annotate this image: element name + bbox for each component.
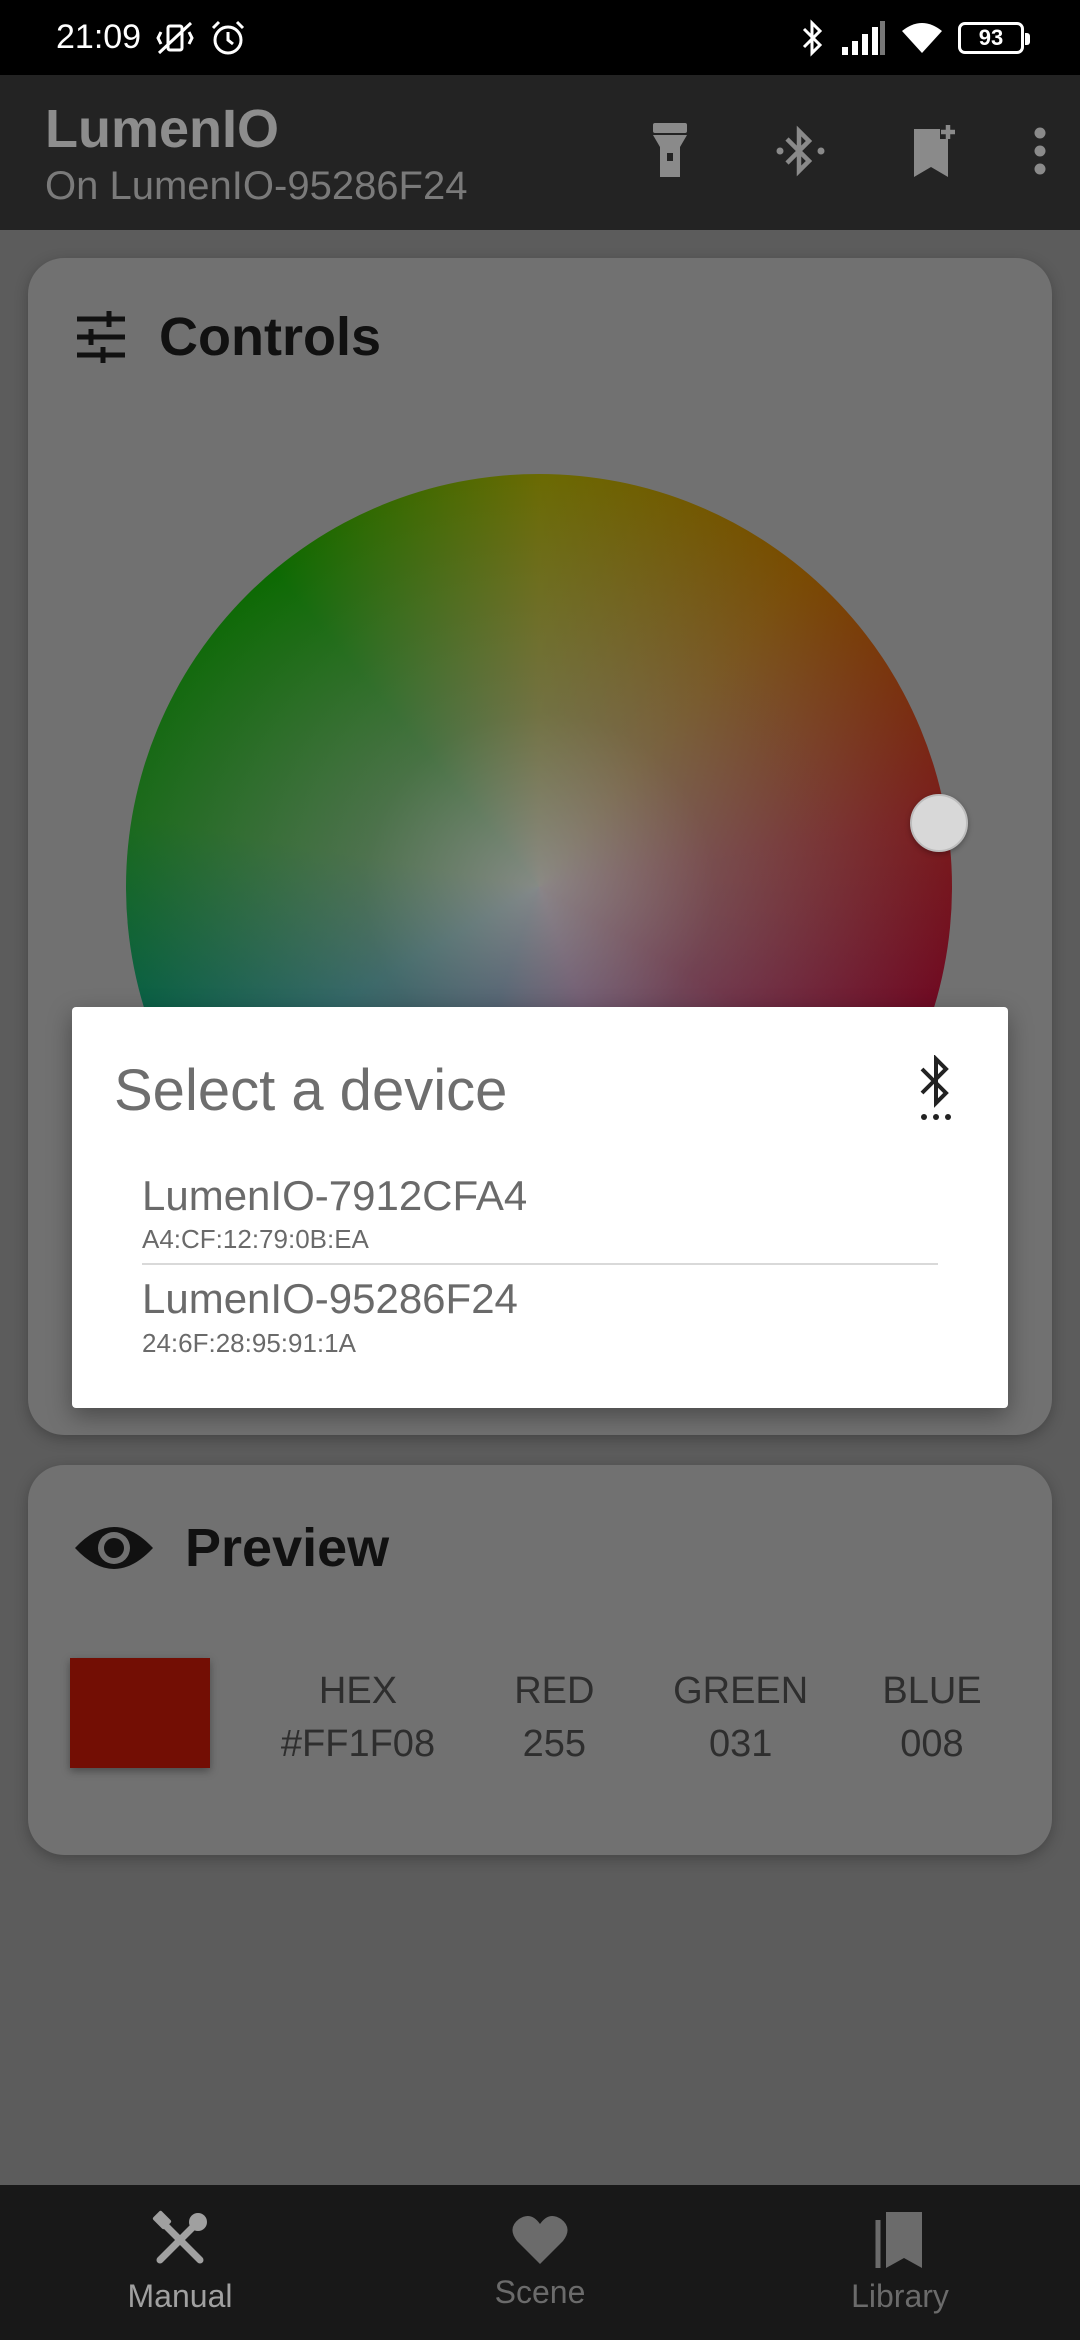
nav-item-library[interactable]: Library — [720, 2185, 1080, 2340]
appbar-actions — [624, 115, 1060, 187]
green-stat: GREEN 031 — [651, 1665, 831, 1771]
nav-item-manual[interactable]: Manual — [0, 2185, 360, 2340]
alarm-icon — [209, 19, 247, 57]
mute-vibrate-icon — [155, 20, 195, 56]
battery-icon: 93 — [958, 21, 1030, 54]
stat-value: #FF1F08 — [280, 1723, 436, 1766]
color-wheel-handle[interactable] — [910, 794, 968, 852]
flashlight-icon — [653, 123, 687, 177]
nav-item-scene[interactable]: Scene — [360, 2185, 720, 2340]
bookmark-add-icon — [914, 125, 955, 177]
select-device-dialog: Select a device LumenIO-7912CFA4 A4:CF:1… — [72, 1007, 1008, 1408]
nav-label: Manual — [127, 2278, 233, 2314]
color-swatch — [70, 1658, 210, 1768]
status-time: 21:09 — [56, 18, 142, 56]
stat-value: 031 — [708, 1723, 773, 1766]
red-stat: RED 255 — [479, 1665, 629, 1771]
nav-label: Scene — [494, 2274, 586, 2310]
stat-value: 255 — [522, 1723, 587, 1766]
stat-value: 008 — [900, 1723, 964, 1766]
library-icon — [875, 2212, 922, 2268]
status-left: 21:09 — [56, 18, 247, 57]
bottom-navigation: Manual Scene Library — [0, 2185, 1080, 2340]
more-options-button[interactable] — [1020, 115, 1060, 187]
preview-title: Preview — [185, 1518, 390, 1578]
more-vert-icon — [1034, 127, 1046, 175]
bluetooth-connect-button[interactable] — [756, 115, 848, 187]
bluetooth-searching-icon — [776, 125, 825, 177]
preview-card: Preview HEX #FF1F08 RED 255 GREEN 031 BL… — [28, 1465, 1052, 1855]
wifi-icon — [900, 21, 944, 55]
stat-label: RED — [514, 1670, 595, 1712]
nav-label: Library — [851, 2278, 949, 2314]
tune-icon — [77, 311, 125, 363]
device-item[interactable]: LumenIO-7912CFA4 A4:CF:12:79:0B:EA — [142, 1172, 938, 1263]
preview-header: Preview — [73, 1517, 389, 1579]
eye-icon — [75, 1527, 153, 1569]
stat-label: HEX — [318, 1670, 398, 1712]
blue-stat: BLUE 008 — [852, 1665, 1012, 1771]
device-item[interactable]: LumenIO-95286F24 24:6F:28:95:91:1A — [142, 1263, 938, 1366]
app-screen: 21:09 93 LumenIO On LumenIO-95286F24 Con… — [0, 0, 1080, 2340]
device-mac: A4:CF:12:79:0B:EA — [142, 1224, 369, 1255]
battery-level: 93 — [978, 24, 1004, 50]
hex-stat: HEX #FF1F08 — [258, 1665, 458, 1771]
signal-icon — [840, 20, 886, 55]
device-list: LumenIO-7912CFA4 A4:CF:12:79:0B:EA Lumen… — [142, 1172, 938, 1367]
status-right: 93 — [800, 18, 1030, 57]
heart-icon — [512, 2215, 568, 2264]
stat-label: BLUE — [882, 1670, 982, 1712]
device-name: LumenIO-7912CFA4 — [142, 1172, 528, 1219]
flashlight-button[interactable] — [624, 115, 716, 187]
bluetooth-icon — [800, 18, 826, 57]
color-stats: HEX #FF1F08 RED 255 GREEN 031 BLUE 008 — [258, 1665, 1012, 1771]
device-name: LumenIO-95286F24 — [142, 1275, 518, 1323]
bookmark-add-button[interactable] — [888, 115, 980, 187]
device-mac: 24:6F:28:95:91:1A — [142, 1327, 356, 1358]
scan-button[interactable] — [916, 1054, 956, 1126]
app-bar: LumenIO On LumenIO-95286F24 — [0, 75, 1080, 230]
controls-title: Controls — [159, 307, 381, 367]
dialog-title: Select a device — [114, 1058, 508, 1123]
status-bar: 21:09 93 — [0, 0, 1080, 75]
tools-icon — [152, 2210, 207, 2264]
stat-label: GREEN — [673, 1670, 809, 1712]
controls-header: Controls — [73, 306, 381, 368]
bluetooth-searching-icon — [920, 1054, 951, 1120]
